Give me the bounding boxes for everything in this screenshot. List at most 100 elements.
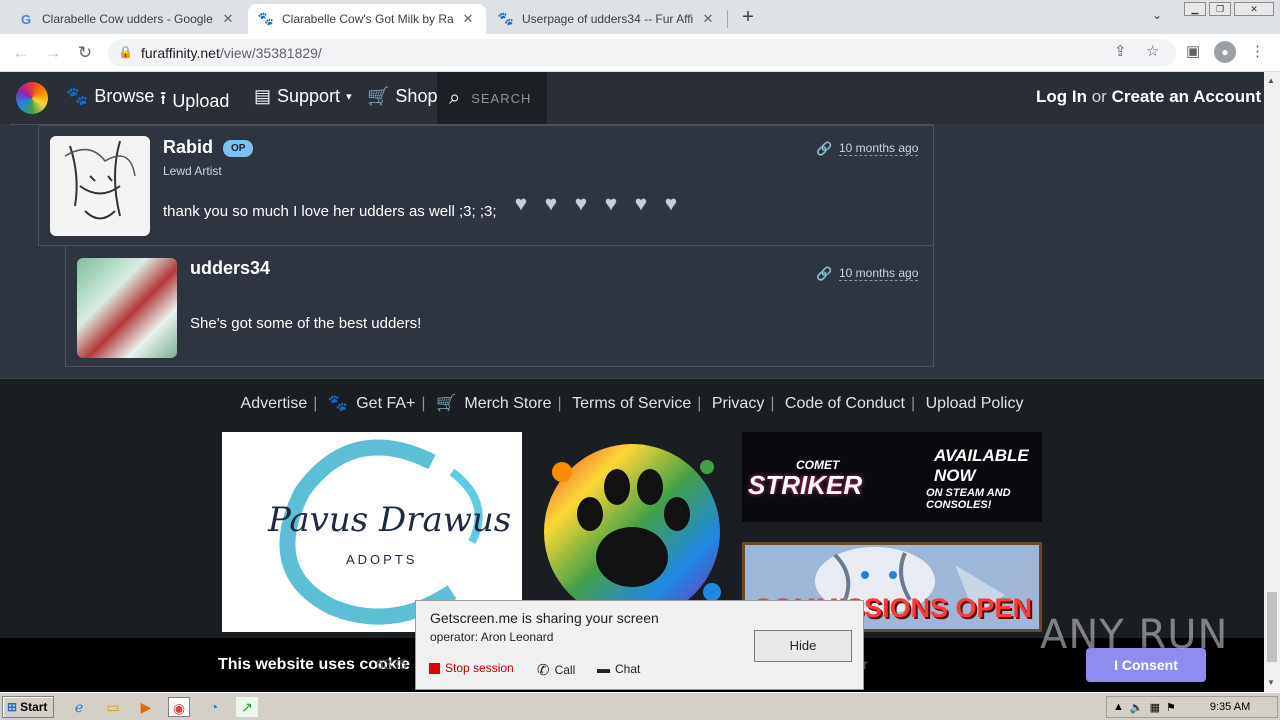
edge-icon[interactable]: ◔ — [203, 697, 225, 717]
footer-link-terms[interactable]: Terms of Service — [572, 395, 691, 412]
footer-link-conduct[interactable]: Code of Conduct — [785, 395, 905, 412]
pavus-sub: ADOPTS — [346, 552, 418, 567]
footer-link-advertise[interactable]: Advertise — [241, 395, 308, 412]
comment-rabid: Rabid OP Lewd Artist thank you so much I… — [38, 125, 934, 246]
footer-link-merch-store[interactable]: Merch Store — [464, 395, 551, 412]
tab-submission[interactable]: 🐾 Clarabelle Cow's Got Milk by Rabid -- … — [248, 4, 486, 34]
search-button[interactable]: ⌕ SEARCH — [437, 72, 547, 124]
side-panel-icon[interactable]: ▣ — [1186, 42, 1200, 60]
paw-icon: 🐾 — [497, 11, 515, 26]
upload-icon: ⭱ — [160, 88, 167, 108]
fa-logo-icon[interactable] — [16, 82, 48, 114]
stop-session-button[interactable]: Stop session — [429, 661, 514, 675]
page-scrollbar[interactable]: ▲ ▼ — [1264, 72, 1280, 692]
tab-title: Userpage of udders34 -- Fur Affinity — [522, 12, 694, 26]
stop-icon — [429, 662, 440, 674]
getscreen-operator: operator: Aron Leonard — [430, 630, 554, 644]
scroll-up-arrow-icon[interactable]: ▲ — [1267, 76, 1275, 85]
footer-links: Advertise | 🐾 Get FA+ | 🛒 Merch Store | Ter… — [240, 395, 1024, 412]
chat-button[interactable]: ▬ Chat — [597, 661, 640, 676]
getscreen-app-icon[interactable]: ↗ — [236, 697, 258, 717]
permalink-icon[interactable]: 🔗 — [816, 141, 832, 157]
tab-userpage[interactable]: 🐾 Userpage of udders34 -- Fur Affinity ✕ — [488, 4, 726, 34]
scroll-down-arrow-icon[interactable]: ▼ — [1267, 678, 1275, 687]
browser-toolbar: ← → ↻ 🔒 furaffinity.net/view/35381829/ ⇪… — [0, 34, 1280, 72]
start-label: Start — [20, 700, 48, 714]
chat-bubble-icon: ▬ — [597, 661, 610, 676]
comment-text: thank you so much I love her udders as w… — [163, 203, 497, 220]
chat-label: Chat — [615, 661, 641, 676]
start-button[interactable]: ⊞ Start — [2, 696, 54, 718]
scrollbar-thumb[interactable] — [1267, 592, 1277, 662]
footer-link-privacy[interactable]: Privacy — [712, 395, 764, 412]
call-label: Call — [554, 663, 576, 677]
tab-search-chevron-icon[interactable]: ⌄ — [1152, 8, 1162, 22]
reload-icon[interactable]: ↻ — [74, 42, 96, 64]
clock: 9:35 AM — [1209, 701, 1251, 713]
avatar[interactable] — [50, 136, 150, 236]
nav-browse[interactable]: 🐾 Browse — [66, 86, 154, 107]
network-icon[interactable]: ▦ — [1150, 701, 1160, 714]
anyrun-watermark: ANY RUN — [1040, 612, 1229, 658]
flag-icon[interactable]: ⚑ — [1166, 701, 1176, 714]
permalink-icon[interactable]: 🔗 — [816, 266, 832, 282]
comment-udders34: udders34 She's got some of the best udde… — [65, 246, 934, 367]
forward-arrow-icon[interactable]: → — [42, 42, 64, 64]
auth-or-text: or — [1091, 87, 1107, 106]
auth-links: Log In or Create an Account — [1036, 87, 1261, 107]
nav-upload[interactable]: ⭱ Upload — [160, 86, 229, 116]
comment-author[interactable]: udders34 — [190, 258, 270, 279]
close-icon[interactable]: ✕ — [220, 11, 236, 27]
file-explorer-icon[interactable]: ▭ — [102, 697, 124, 717]
comment-date[interactable]: 10 months ago — [839, 266, 919, 281]
nav-browse-label: Browse — [94, 86, 155, 106]
hide-button[interactable]: Hide — [754, 630, 852, 662]
nav-shop[interactable]: 🛒 Shop — [367, 86, 437, 107]
tray-expand-icon[interactable]: ▲ — [1113, 701, 1124, 713]
bookmark-star-icon[interactable]: ☆ — [1146, 42, 1159, 60]
media-player-icon[interactable]: ▶ — [135, 697, 157, 717]
paw-icon: 🐾 — [257, 11, 275, 26]
call-button[interactable]: ✆ Call — [537, 661, 575, 679]
pavus-title: Pavus Drawus — [268, 500, 512, 540]
comment-author[interactable]: Rabid — [163, 137, 213, 158]
cookie-hidden-text: 6335 — [376, 656, 408, 672]
page-viewport: 🐾 Browse ⭱ Upload ▤ Support ▾ 🛒 Shop ⌕ SEARCH… — [0, 72, 1264, 692]
nav-support[interactable]: ▤ Support ▾ — [254, 86, 352, 107]
back-arrow-icon[interactable]: ← — [10, 42, 32, 64]
internet-explorer-icon[interactable]: ℯ — [68, 697, 90, 717]
phone-icon: ✆ — [537, 662, 550, 679]
avatar[interactable] — [77, 258, 177, 358]
tab-title: Clarabelle Cow's Got Milk by Rabid -- — [282, 12, 454, 26]
rabid-avatar-sketch — [64, 140, 136, 220]
restore-button[interactable]: ❐ — [1209, 2, 1231, 16]
footer-link-get-fa-plus[interactable]: Get FA+ — [356, 395, 415, 412]
close-window-button[interactable]: ✕ — [1234, 2, 1274, 16]
share-icon[interactable]: ⇪ — [1114, 42, 1127, 60]
comment-date[interactable]: 10 months ago — [839, 141, 919, 156]
paw-icon: 🐾 — [66, 86, 89, 106]
close-icon[interactable]: ✕ — [700, 11, 716, 27]
new-tab-button[interactable]: + — [737, 6, 759, 28]
chrome-icon[interactable]: ◉ — [168, 697, 190, 717]
browser-menu-icon[interactable]: ⋮ — [1250, 42, 1265, 60]
nav-upload-label: Upload — [172, 90, 230, 111]
close-icon[interactable]: ✕ — [460, 11, 476, 27]
url-path: /view/35381829/ — [219, 45, 322, 61]
address-bar[interactable]: 🔒 furaffinity.net/view/35381829/ — [108, 39, 1176, 67]
comet-tag: AVAILABLE NOW — [934, 446, 1029, 485]
tab-title: Clarabelle Cow udders - Google Sear — [42, 12, 214, 26]
tab-google-search[interactable]: G Clarabelle Cow udders - Google Sear ✕ — [8, 4, 246, 34]
footer-link-upload-policy[interactable]: Upload Policy — [926, 395, 1024, 412]
support-icon: ▤ — [254, 86, 272, 106]
profile-avatar-icon[interactable]: ● — [1214, 41, 1236, 63]
login-link[interactable]: Log In — [1036, 87, 1087, 106]
minimize-button[interactable]: ▁ — [1184, 2, 1206, 16]
ad-comet-striker[interactable]: COMET STRIKER AVAILABLE NOW ON STEAM AND… — [742, 432, 1042, 522]
search-icon: ⌕ — [449, 86, 462, 109]
create-account-link[interactable]: Create an Account — [1112, 87, 1262, 106]
user-title: Lewd Artist — [163, 164, 222, 178]
heart-emoji-row: ♥ ♥ ♥ ♥ ♥ ♥ — [515, 194, 685, 214]
nav-support-label: Support — [277, 86, 341, 106]
volume-icon[interactable]: 🔈 — [1130, 701, 1144, 714]
